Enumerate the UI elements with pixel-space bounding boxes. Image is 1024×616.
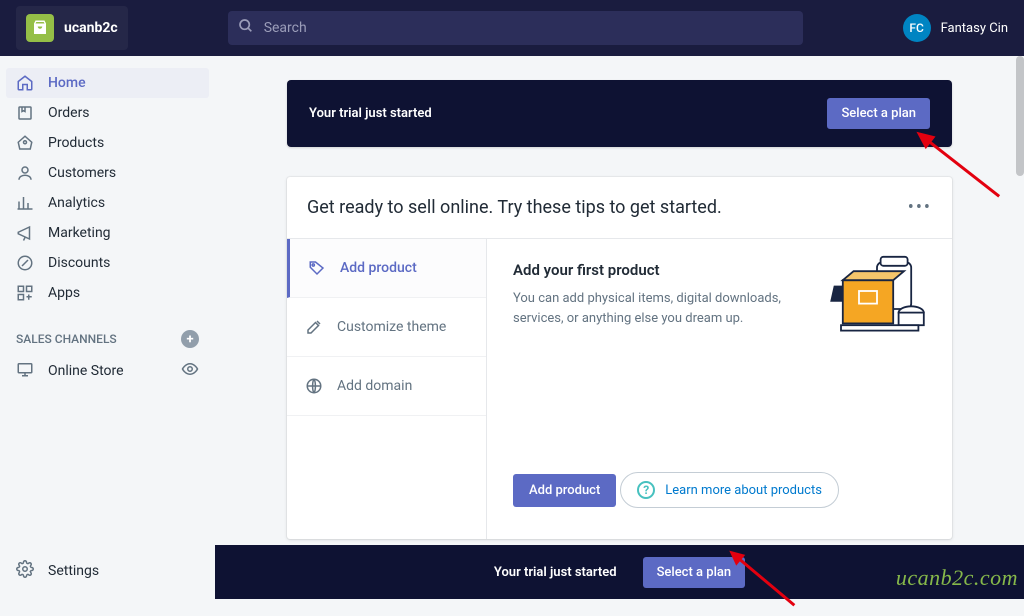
tag-icon — [308, 259, 326, 277]
nav-products-label: Products — [48, 135, 104, 151]
products-icon — [16, 134, 34, 152]
nav-analytics-label: Analytics — [48, 195, 105, 211]
discounts-icon — [16, 254, 34, 272]
help-icon: ? — [637, 481, 655, 499]
settings-icon — [16, 560, 34, 582]
apps-icon — [16, 284, 34, 302]
trial-banner: Your trial just started Select a plan — [287, 80, 952, 147]
add-channel-button[interactable]: + — [181, 330, 199, 348]
online-store-icon — [16, 360, 34, 382]
step-add-product[interactable]: Add product — [287, 239, 486, 298]
analytics-icon — [16, 194, 34, 212]
step-add-product-label: Add product — [340, 260, 417, 276]
watermark-text: ucanb2c.com — [896, 565, 1018, 591]
store-switcher[interactable]: ucanb2c — [16, 6, 128, 50]
add-product-button[interactable]: Add product — [513, 474, 616, 507]
sales-channels-label: SALES CHANNELS — [16, 332, 117, 346]
learn-more-link[interactable]: ? Learn more about products — [620, 472, 839, 508]
card-title: Get ready to sell online. Try these tips… — [307, 197, 722, 218]
nav-settings[interactable]: Settings — [0, 551, 215, 591]
step-customize-theme[interactable]: Customize theme — [287, 298, 486, 357]
channel-online-store[interactable]: Online Store — [0, 356, 215, 386]
scrollbar[interactable] — [1016, 56, 1024, 176]
sales-channels-heading: SALES CHANNELS + — [0, 308, 215, 356]
nav-discounts-label: Discounts — [48, 255, 110, 271]
step-add-domain-label: Add domain — [337, 378, 412, 394]
view-store-icon[interactable] — [181, 360, 199, 382]
brush-icon — [305, 318, 323, 336]
orders-icon — [16, 104, 34, 122]
nav-orders-label: Orders — [48, 105, 90, 121]
user-name-label: Fantasy Cin — [941, 21, 1008, 36]
main-content: Your trial just started Select a plan Ge… — [215, 56, 1024, 599]
nav-home[interactable]: Home — [6, 68, 209, 98]
shopify-logo-icon — [26, 14, 54, 42]
card-header: Get ready to sell online. Try these tips… — [287, 177, 952, 239]
nav-apps-label: Apps — [48, 285, 80, 301]
select-plan-button[interactable]: Select a plan — [827, 98, 930, 129]
user-avatar: FC — [903, 14, 931, 42]
nav-discounts[interactable]: Discounts — [0, 248, 215, 278]
onboarding-card: Get ready to sell online. Try these tips… — [287, 177, 952, 539]
nav-analytics[interactable]: Analytics — [0, 188, 215, 218]
sidebar: Home Orders Products Customers Analytics… — [0, 56, 215, 599]
home-icon — [16, 74, 34, 92]
channel-online-store-label: Online Store — [48, 363, 124, 379]
globe-icon — [305, 377, 323, 395]
nav-marketing[interactable]: Marketing — [0, 218, 215, 248]
product-illustration — [822, 255, 932, 345]
user-menu[interactable]: FC Fantasy Cin — [903, 14, 1008, 42]
step-content: Add your first product You can add physi… — [487, 239, 952, 539]
step-add-domain[interactable]: Add domain — [287, 357, 486, 416]
step-customize-theme-label: Customize theme — [337, 319, 446, 335]
marketing-icon — [16, 224, 34, 242]
nav-customers[interactable]: Customers — [0, 158, 215, 188]
learn-more-label: Learn more about products — [665, 483, 822, 498]
nav-products[interactable]: Products — [0, 128, 215, 158]
search-icon — [238, 18, 254, 38]
bottom-select-plan-button[interactable]: Select a plan — [643, 557, 746, 588]
trial-banner-text: Your trial just started — [309, 106, 432, 121]
search-input[interactable] — [228, 11, 803, 45]
step-description: You can add physical items, digital down… — [513, 289, 793, 328]
store-name-label: ucanb2c — [64, 20, 118, 36]
nav-customers-label: Customers — [48, 165, 116, 181]
nav-home-label: Home — [48, 75, 86, 91]
onboarding-step-list: Add product Customize theme Add domain — [287, 239, 487, 539]
nav-marketing-label: Marketing — [48, 225, 111, 241]
search-container — [228, 11, 803, 45]
nav-orders[interactable]: Orders — [0, 98, 215, 128]
customers-icon — [16, 164, 34, 182]
nav-apps[interactable]: Apps — [0, 278, 215, 308]
bottom-trial-text: Your trial just started — [494, 565, 617, 580]
card-more-button[interactable]: ••• — [908, 197, 932, 218]
top-bar: ucanb2c FC Fantasy Cin — [0, 0, 1024, 56]
nav-settings-label: Settings — [48, 563, 99, 579]
